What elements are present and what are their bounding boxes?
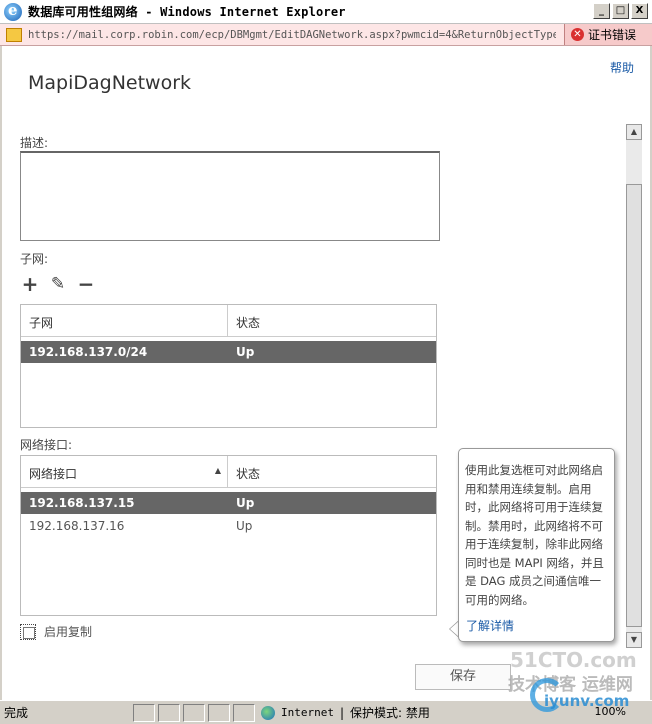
- remove-subnet-button[interactable]: −: [76, 274, 96, 294]
- status-cell: Up: [236, 496, 255, 510]
- enable-replication-checkbox[interactable]: [20, 623, 36, 640]
- sort-ascending-icon: ▲: [214, 466, 221, 475]
- interface-cell: 192.168.137.15: [29, 496, 135, 510]
- status-panel: [233, 703, 255, 722]
- save-button[interactable]: 保存: [415, 664, 511, 690]
- add-subnet-button[interactable]: +: [20, 274, 40, 294]
- security-zone[interactable]: Internet | 保护模式: 禁用: [261, 704, 430, 722]
- window-title: 数据库可用性组网络 - Windows Internet Explorer: [28, 5, 346, 19]
- table-row[interactable]: 192.168.137.16 Up: [21, 515, 436, 537]
- maximize-button[interactable]: □: [612, 3, 629, 19]
- help-link[interactable]: 帮助: [610, 59, 634, 76]
- scroll-down-button[interactable]: ▼: [626, 632, 642, 648]
- status-panel: [208, 703, 230, 722]
- status-cell: Up: [236, 345, 255, 359]
- learn-more-link[interactable]: 了解详情: [466, 617, 514, 634]
- page-title: MapiDagNetwork: [28, 72, 192, 94]
- error-icon: ✕: [571, 28, 584, 41]
- page-content: 帮助 MapiDagNetwork 描述: 子网: + ✎ − 子网 状态 19…: [0, 46, 652, 700]
- table-row[interactable]: 192.168.137.0/24 Up: [21, 341, 436, 363]
- column-header-network-interface[interactable]: 网络接口 ▲: [21, 456, 228, 487]
- subnet-toolbar: + ✎ −: [20, 274, 96, 294]
- vertical-scrollbar[interactable]: ▲ ▼: [626, 124, 642, 648]
- separator: |: [339, 705, 345, 720]
- enable-replication-label[interactable]: 启用复制: [44, 623, 92, 640]
- subnets-label: 子网:: [20, 252, 49, 266]
- scroll-up-button[interactable]: ▲: [626, 124, 642, 140]
- address-bar: https://mail.corp.robin.com/ecp/DBMgmt/E…: [0, 24, 652, 46]
- zoom-level[interactable]: 100%: [595, 705, 626, 718]
- window-controls: _ □ X: [593, 3, 648, 19]
- protected-mode-label: 保护模式: 禁用: [350, 706, 430, 720]
- enable-replication-row: 启用复制: [20, 623, 92, 640]
- help-callout: 使用此复选框可对此网络启用和禁用连续复制。启用时，此网络将可用于连续复制。禁用时…: [458, 448, 615, 642]
- window-titlebar: 数据库可用性组网络 - Windows Internet Explorer _ …: [0, 0, 652, 24]
- description-label: 描述:: [20, 136, 49, 150]
- status-panel: [183, 703, 205, 722]
- page-lock-icon: [6, 27, 22, 42]
- column-header-subnet[interactable]: 子网: [21, 305, 228, 336]
- subnets-table-header: 子网 状态: [21, 305, 436, 337]
- subnet-cell: 192.168.137.0/24: [29, 345, 148, 359]
- status-text: 完成: [4, 706, 29, 720]
- close-button[interactable]: X: [631, 3, 648, 19]
- network-interfaces-label: 网络接口:: [20, 438, 73, 452]
- status-panel: [133, 703, 155, 722]
- column-header-status[interactable]: 状态: [228, 456, 436, 487]
- ie-logo-icon: [4, 1, 22, 21]
- description-textarea[interactable]: [20, 151, 440, 241]
- minimize-button[interactable]: _: [593, 3, 610, 19]
- status-bar: 完成 Internet | 保护模式: 禁用 100%: [0, 700, 652, 724]
- interfaces-table-header: 网络接口 ▲ 状态: [21, 456, 436, 488]
- network-interfaces-table: 网络接口 ▲ 状态 192.168.137.15 Up 192.168.137.…: [20, 455, 437, 616]
- table-row[interactable]: 192.168.137.15 Up: [21, 492, 436, 514]
- column-header-status[interactable]: 状态: [228, 305, 436, 336]
- callout-text: 使用此复选框可对此网络启用和禁用连续复制。启用时，此网络将可用于连续复制。禁用时…: [465, 463, 604, 607]
- interface-cell: 192.168.137.16: [29, 519, 125, 533]
- column-header-label: 网络接口: [29, 467, 78, 481]
- subnets-table: 子网 状态 192.168.137.0/24 Up: [20, 304, 437, 428]
- certificate-error-button[interactable]: ✕ 证书错误: [564, 24, 652, 45]
- url-field[interactable]: https://mail.corp.robin.com/ecp/DBMgmt/E…: [28, 29, 556, 41]
- status-panel: [158, 703, 180, 722]
- scroll-thumb[interactable]: [626, 184, 642, 627]
- certificate-error-label: 证书错误: [588, 28, 637, 42]
- zone-label: Internet: [281, 706, 334, 719]
- globe-icon: [261, 705, 275, 720]
- edit-subnet-button[interactable]: ✎: [48, 274, 68, 294]
- status-cell: Up: [236, 519, 253, 533]
